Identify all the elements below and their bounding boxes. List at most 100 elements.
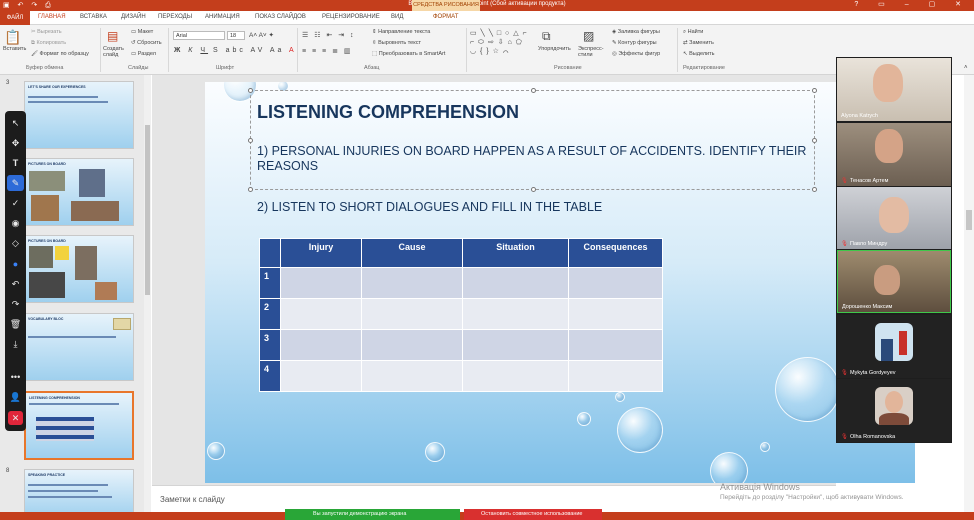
stop-sharing-button[interactable]: Остановить совместное использование: [464, 509, 602, 520]
shape-effects-button[interactable]: ◎ Эффекты фигур: [612, 51, 660, 57]
new-slide-button[interactable]: Создать слайд: [103, 46, 127, 58]
tab-home[interactable]: ГЛАВНАЯ: [38, 14, 66, 20]
tab-format[interactable]: ФОРМАТ: [433, 14, 458, 20]
table-cell[interactable]: [361, 298, 463, 330]
table-cell[interactable]: [361, 329, 463, 361]
participant-tile[interactable]: 🎙 Olha Romanovska: [837, 379, 951, 442]
window-controls[interactable]: ? ▭ – ▢ ✕: [854, 0, 970, 8]
list-buttons[interactable]: ☰ ☷ ⇤ ⇥ ↕: [302, 31, 356, 39]
table-cell[interactable]: [280, 267, 362, 299]
slide[interactable]: LISTENING COMPREHENSION 1) PERSONAL INJU…: [205, 82, 915, 483]
table-cell[interactable]: [462, 267, 569, 299]
resize-handle[interactable]: [248, 138, 253, 143]
table-cell[interactable]: [568, 267, 663, 299]
font-style-buttons[interactable]: Ж К Ч S abc AV Aa A: [174, 47, 297, 54]
reset-button[interactable]: ↺ Сбросить: [131, 40, 162, 46]
section-button[interactable]: ▭ Раздел: [131, 51, 156, 57]
redo-icon[interactable]: ↷: [5, 296, 26, 312]
participant-tile[interactable]: Alyona Katrych: [837, 58, 951, 121]
resize-handle[interactable]: [531, 187, 536, 192]
pen-icon[interactable]: ✎: [7, 175, 24, 191]
participant-tile[interactable]: 🎙 Павло Миндру: [837, 187, 951, 249]
align-buttons[interactable]: ≡ ≡ ≡ ≣ ▥: [302, 47, 353, 55]
tab-file[interactable]: ФАЙЛ: [0, 11, 30, 25]
quick-styles-icon: ▨: [583, 29, 595, 43]
cut-button[interactable]: ✂ Вырезать: [31, 29, 62, 35]
paste-button[interactable]: Вставить: [3, 46, 26, 52]
slide-thumbnail-selected[interactable]: LISTENING COMPREHENSION: [24, 391, 134, 460]
resize-handle[interactable]: [812, 88, 817, 93]
arrange-button[interactable]: Упорядочить: [538, 46, 571, 52]
table-cell[interactable]: [280, 298, 362, 330]
select-button[interactable]: ↖ Выделить: [683, 51, 715, 57]
align-text-button[interactable]: ⇳ Выровнять текст: [372, 40, 421, 46]
slide-thumbnail[interactable]: VOCABULARY BLOC: [24, 313, 134, 381]
save-icon[interactable]: ⤓: [5, 336, 26, 352]
thumbnails-scrollbar[interactable]: [144, 75, 151, 515]
tab-slideshow[interactable]: ПОКАЗ СЛАЙДОВ: [255, 14, 306, 20]
shape-outline-button[interactable]: ✎ Контур фигуры: [612, 40, 657, 46]
table-cell[interactable]: [280, 360, 362, 392]
table-cell[interactable]: [568, 298, 663, 330]
font-name-combo[interactable]: Arial: [173, 31, 225, 40]
find-button[interactable]: ⌕ Найти: [683, 29, 703, 36]
replace-button[interactable]: ⇄ Заменить: [683, 40, 714, 46]
answer-table[interactable]: Injury Cause Situation Consequences 1 2 …: [259, 238, 663, 392]
slide-thumbnail[interactable]: PICTURES ON BOARD: [24, 158, 134, 226]
resize-handle[interactable]: [248, 88, 253, 93]
slide-scrollbar[interactable]: [964, 75, 974, 512]
quick-styles-button[interactable]: Экспресс-стили: [578, 46, 608, 58]
tab-view[interactable]: ВИД: [391, 14, 403, 20]
trash-icon[interactable]: 🗑: [5, 316, 26, 332]
participant-tile[interactable]: 🎙 Тенасов Артем: [837, 123, 951, 186]
collapse-ribbon-icon[interactable]: ˄: [964, 65, 968, 71]
shapes-gallery[interactable]: ▭ ╲ ╲ □ ○ △ ⌐ ⌐ ⬭ ⇨ ⇩ ⌂ ⬠ ◡ { } ☆ ⌒: [470, 29, 530, 56]
table-cell[interactable]: [568, 360, 663, 392]
table-cell[interactable]: [280, 329, 362, 361]
font-size-combo[interactable]: 18: [227, 31, 245, 40]
color-picker-icon[interactable]: ●: [5, 256, 26, 272]
table-cell[interactable]: [462, 298, 569, 330]
tab-transitions[interactable]: ПЕРЕХОДЫ: [158, 14, 192, 20]
select-arrow-icon[interactable]: ↖: [5, 115, 26, 131]
scrollbar-thumb[interactable]: [145, 125, 150, 295]
table-cell[interactable]: [462, 360, 569, 392]
participant-tile-active-speaker[interactable]: Дорошенко Максим: [837, 250, 951, 313]
table-cell[interactable]: [568, 329, 663, 361]
shape-fill-button[interactable]: ◈ Заливка фигуры: [612, 29, 660, 35]
participant-tile[interactable]: 🎙 Mykyta Gordyeyev: [837, 315, 951, 378]
move-icon[interactable]: ✥: [5, 135, 26, 151]
tab-design[interactable]: ДИЗАЙН: [121, 14, 146, 20]
scrollbar-thumb[interactable]: [966, 210, 972, 230]
screen-sharing-indicator: Вы запустили демонстрацию экрана: [285, 509, 460, 520]
table-cell[interactable]: [361, 360, 463, 392]
close-icon[interactable]: ✕: [8, 411, 23, 425]
thumbnail-title: PICTURES ON BOARD: [28, 239, 66, 243]
slide-thumbnail[interactable]: LET'S SHARE OUR EXPERIENCES: [24, 81, 134, 149]
resize-handle[interactable]: [248, 187, 253, 192]
table-cell[interactable]: [462, 329, 569, 361]
resize-handle[interactable]: [812, 187, 817, 192]
tab-insert[interactable]: ВСТАВКА: [80, 14, 107, 20]
spotlight-icon[interactable]: ◉: [5, 215, 26, 231]
format-painter-button[interactable]: 🖌 Формат по образцу: [31, 51, 89, 57]
eraser-icon[interactable]: ◇: [5, 235, 26, 251]
font-size-buttons[interactable]: A˄ A˅ ✦: [249, 31, 274, 39]
resize-handle[interactable]: [812, 138, 817, 143]
tab-review[interactable]: РЕЦЕНЗИРОВАНИЕ: [322, 14, 380, 20]
tab-animation[interactable]: АНИМАЦИЯ: [205, 14, 240, 20]
thumbnail-text: [28, 484, 108, 486]
slide-thumbnail[interactable]: PICTURES ON BOARD: [24, 235, 134, 303]
slide-title: LISTENING COMPREHENSION: [257, 102, 520, 122]
text-direction-button[interactable]: ⇕ Направление текста: [372, 29, 430, 35]
checkmark-icon[interactable]: ✓: [5, 195, 26, 211]
resize-handle[interactable]: [531, 88, 536, 93]
participants-icon[interactable]: 👤: [5, 389, 26, 405]
layout-button[interactable]: ▭ Макет: [131, 29, 153, 35]
undo-icon[interactable]: ↶: [5, 276, 26, 292]
copy-button[interactable]: ⧉ Копировать: [31, 40, 66, 47]
smartart-button[interactable]: ⬚ Преобразовать в SmartArt: [372, 51, 445, 57]
more-icon[interactable]: •••: [5, 369, 26, 385]
table-cell[interactable]: [361, 267, 463, 299]
text-tool-icon[interactable]: T: [5, 155, 26, 171]
